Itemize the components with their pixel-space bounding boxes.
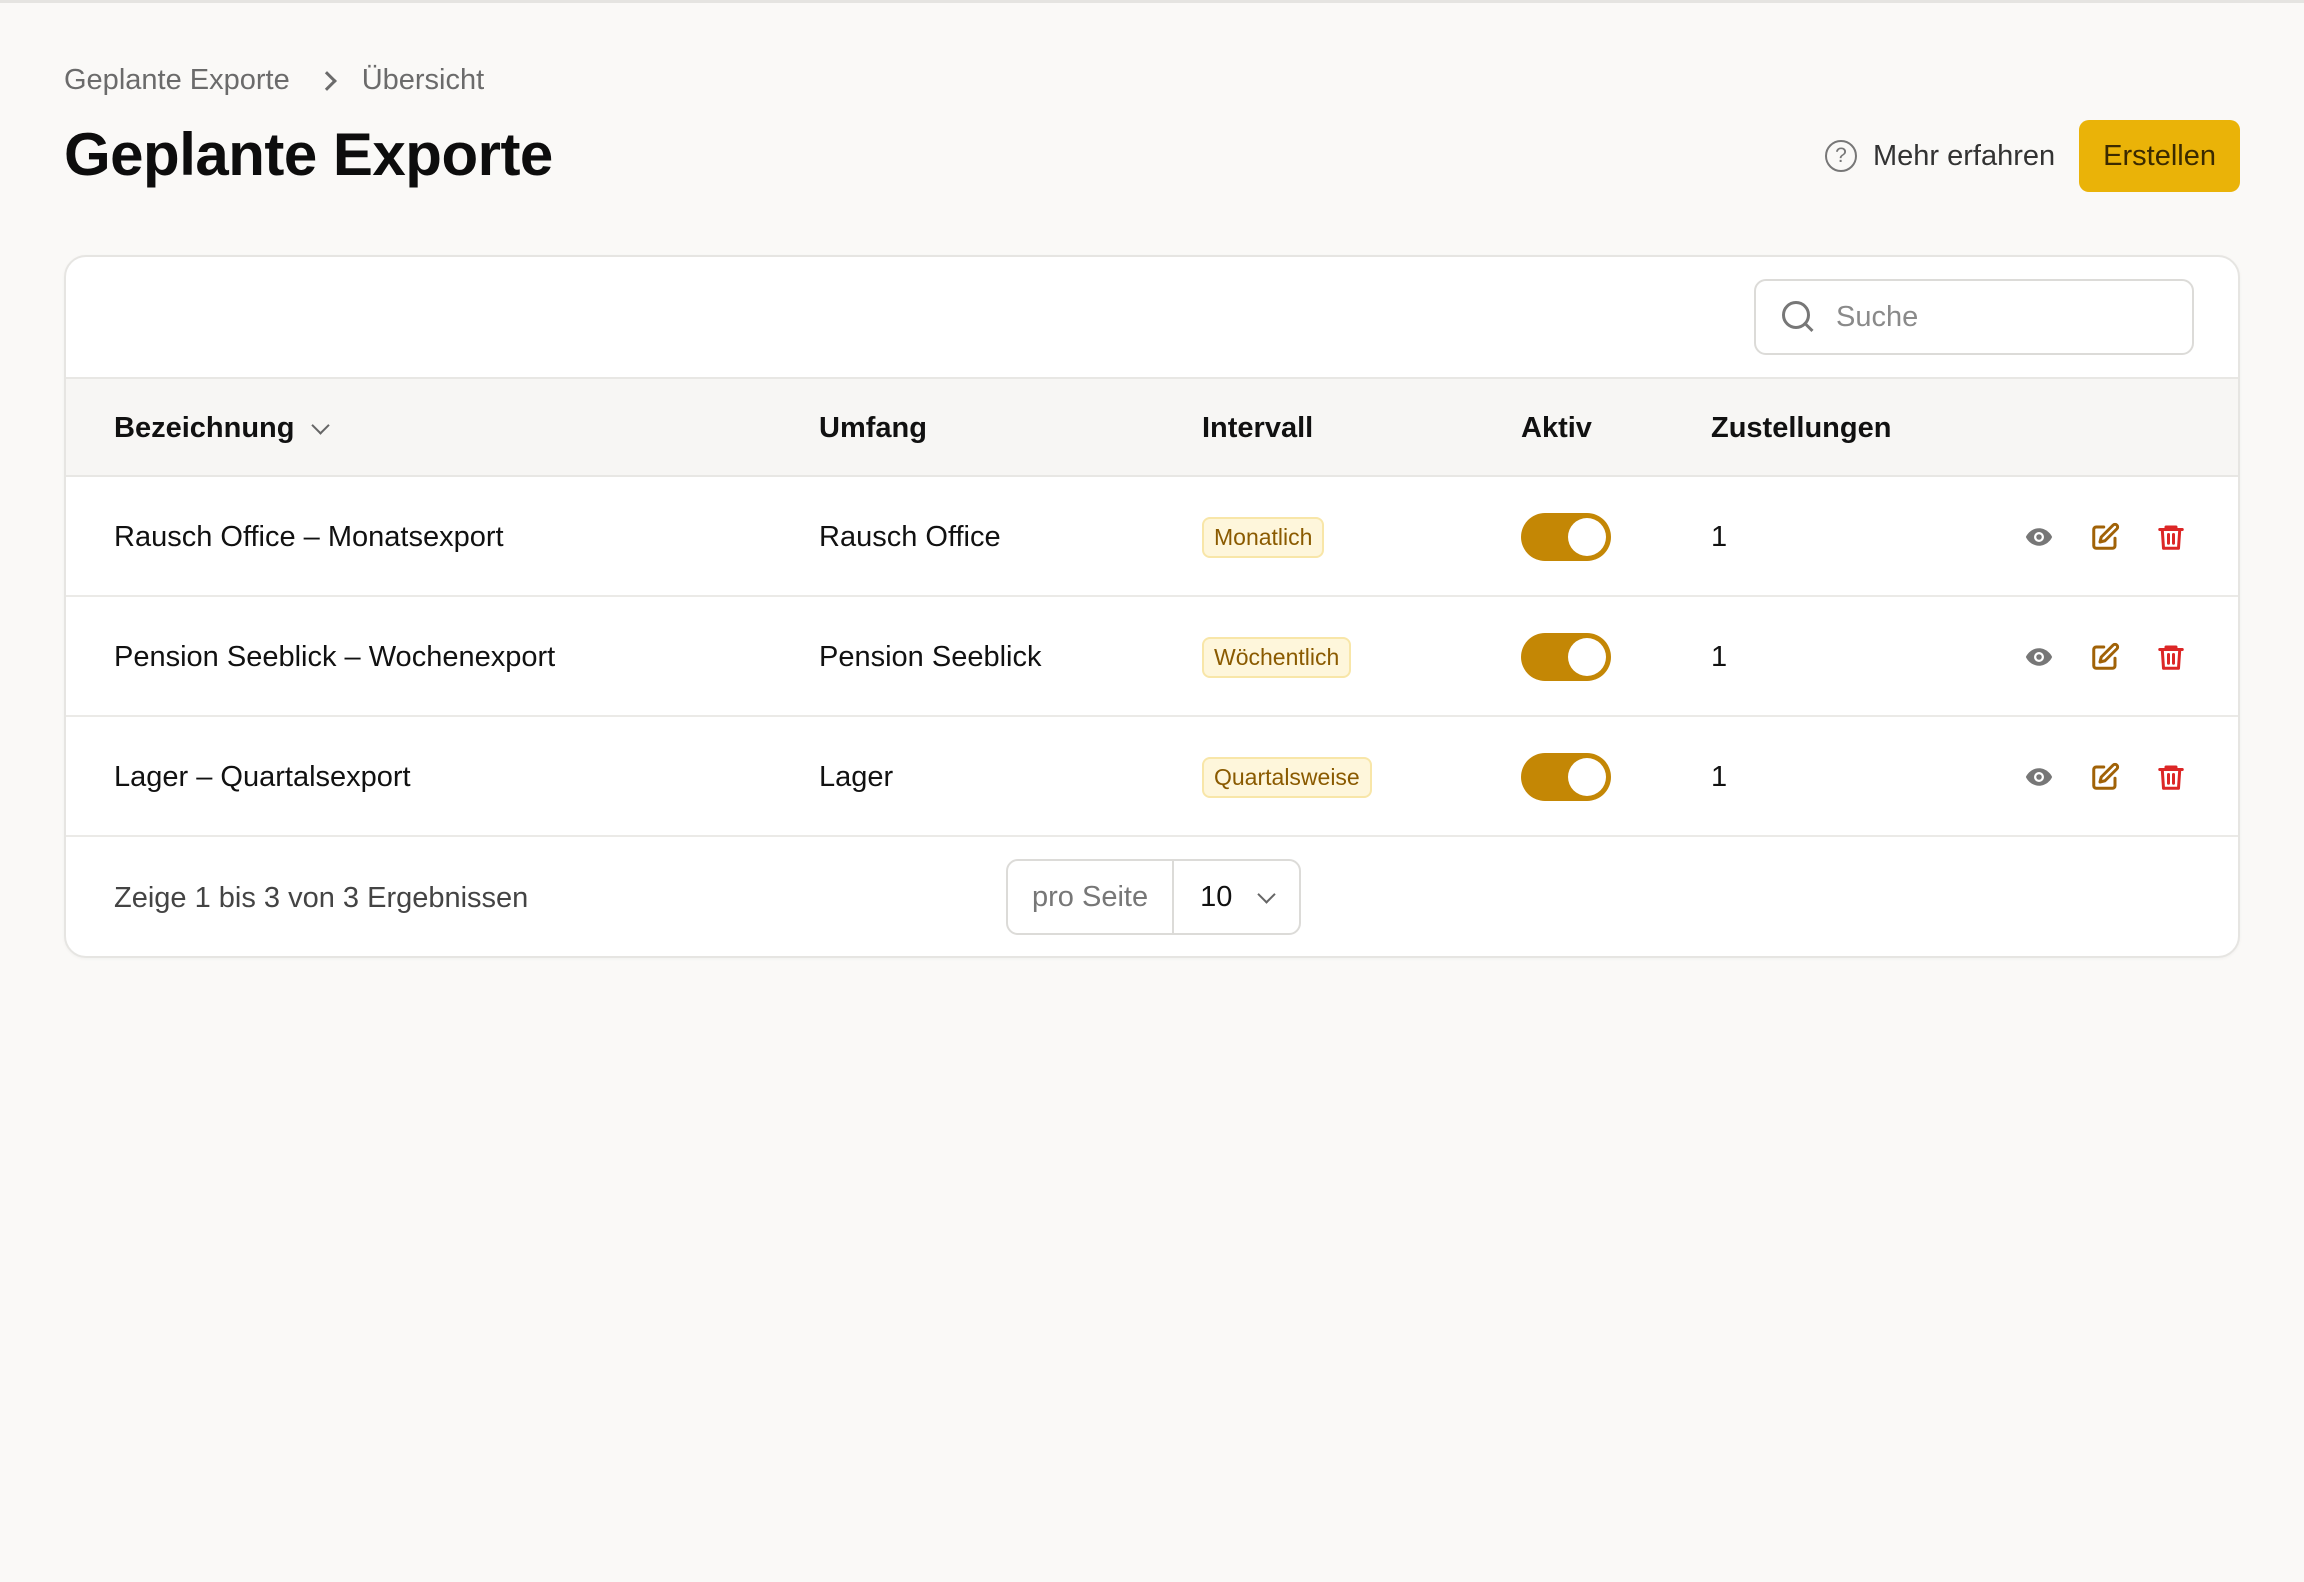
table-toolbar (66, 257, 2238, 379)
sort-chevron-down-icon (311, 415, 331, 435)
row-name: Lager – Quartalsexport (114, 760, 411, 793)
header-actions: ? Mehr erfahren Erstellen (1825, 120, 2240, 192)
help-icon: ? (1825, 140, 1858, 172)
results-summary: Zeige 1 bis 3 von 3 Ergebnissen (114, 881, 529, 914)
row-name: Rausch Office – Monatsexport (114, 520, 504, 553)
row-interval: Wöchentlich (1202, 597, 1352, 717)
breadcrumb-link-parent[interactable]: Geplante Exporte (64, 64, 290, 97)
row-deliveries: 1 (1711, 640, 1728, 673)
row-deliveries: 1 (1711, 760, 1728, 793)
view-eye-icon[interactable] (2024, 522, 2054, 552)
breadcrumb: Geplante Exporte Übersicht (64, 64, 484, 97)
active-toggle[interactable] (1521, 633, 1611, 681)
row-actions (2024, 717, 2186, 837)
create-button[interactable]: Erstellen (2079, 120, 2240, 192)
row-actions (2024, 597, 2186, 717)
learn-more-label: Mehr erfahren (1873, 139, 2056, 172)
table-row: Lager – Quartalsexport Lager Quartalsweise… (66, 717, 2238, 837)
view-eye-icon[interactable] (2024, 642, 2054, 672)
chevron-down-icon (1257, 884, 1277, 904)
row-scope: Lager (819, 760, 894, 793)
chevron-right-icon (316, 70, 337, 91)
row-interval: Monatlich (1202, 477, 1325, 597)
active-toggle[interactable] (1521, 753, 1611, 801)
table-footer: Zeige 1 bis 3 von 3 Ergebnissen pro Seit… (66, 837, 2238, 956)
row-active (1521, 717, 1611, 837)
delete-trash-icon[interactable] (2156, 642, 2186, 672)
column-header-deliveries: Zustellungen (1711, 411, 1892, 444)
row-scope: Pension Seeblick (819, 640, 1042, 673)
search-icon (1782, 301, 1814, 333)
interval-badge: Quartalsweise (1202, 756, 1372, 798)
breadcrumb-current: Übersicht (361, 64, 485, 96)
edit-icon[interactable] (2090, 522, 2120, 552)
per-page-value: 10 (1200, 880, 1233, 913)
top-border (0, 0, 2304, 3)
row-actions (2024, 477, 2186, 597)
view-eye-icon[interactable] (2024, 762, 2054, 792)
column-header-name[interactable]: Bezeichnung (114, 379, 331, 477)
interval-badge: Wöchentlich (1202, 636, 1352, 678)
active-toggle[interactable] (1521, 513, 1611, 561)
table-body: Rausch Office – Monatsexport Rausch Offic… (66, 477, 2238, 837)
column-header-active: Aktiv (1521, 411, 1592, 444)
row-active (1521, 477, 1611, 597)
exports-table-card: Bezeichnung Umfang Intervall Aktiv Zuste… (64, 255, 2240, 958)
delete-trash-icon[interactable] (2156, 762, 2186, 792)
page-title: Geplante Exporte (64, 121, 553, 188)
delete-trash-icon[interactable] (2156, 522, 2186, 552)
edit-icon[interactable] (2090, 642, 2120, 672)
row-scope: Rausch Office (819, 520, 1001, 553)
column-header-name-label: Bezeichnung (114, 411, 295, 444)
learn-more-link[interactable]: ? Mehr erfahren (1825, 140, 2055, 173)
per-page-label: pro Seite (1008, 861, 1175, 933)
table-header: Bezeichnung Umfang Intervall Aktiv Zuste… (66, 379, 2238, 477)
search-box (1754, 279, 2194, 355)
table-row: Rausch Office – Monatsexport Rausch Offic… (66, 477, 2238, 597)
column-header-interval: Intervall (1202, 411, 1314, 444)
edit-icon[interactable] (2090, 762, 2120, 792)
per-page-select[interactable]: 10 (1174, 881, 1299, 914)
row-active (1521, 597, 1611, 717)
interval-badge: Monatlich (1202, 516, 1325, 558)
search-input[interactable] (1836, 300, 2176, 334)
table-row: Pension Seeblick – Wochenexport Pension S… (66, 597, 2238, 717)
row-interval: Quartalsweise (1202, 717, 1372, 837)
per-page-control: pro Seite 10 (1006, 859, 1302, 935)
row-name: Pension Seeblick – Wochenexport (114, 640, 556, 673)
column-header-scope: Umfang (819, 411, 927, 444)
row-deliveries: 1 (1711, 520, 1728, 553)
